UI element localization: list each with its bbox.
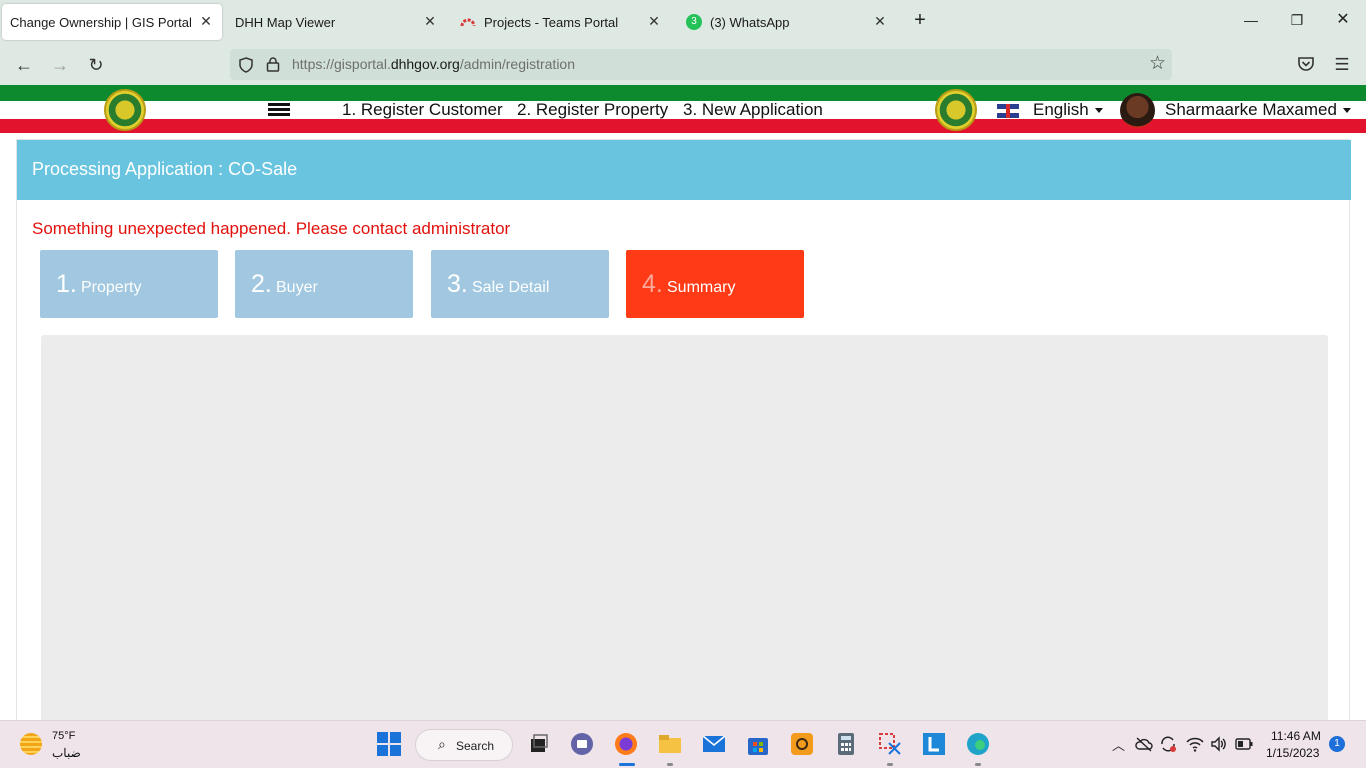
language-dropdown[interactable]: English xyxy=(1033,100,1103,120)
back-icon[interactable]: ← xyxy=(12,53,36,77)
step-property[interactable]: 1. Property xyxy=(40,250,218,318)
step-label: Buyer xyxy=(276,279,318,296)
step-label: Summary xyxy=(667,279,736,296)
tab-title: Change Ownership | GIS Portal xyxy=(10,14,192,30)
browser-tab-strip: Change Ownership | GIS Portal ✕ DHH Map … xyxy=(0,0,1366,44)
step-label: Sale Detail xyxy=(472,279,550,296)
firefox-running-indicator xyxy=(619,763,635,766)
clock-date[interactable]: 1/15/2023 xyxy=(1266,746,1319,760)
url-text[interactable]: https://gisportal.dhhgov.org/admin/regis… xyxy=(292,56,575,72)
weather-description[interactable]: ضباب xyxy=(52,746,81,760)
step-number: 2. xyxy=(251,270,272,298)
clock-time[interactable]: 11:46 AM xyxy=(1271,729,1321,743)
flag-stripe-red xyxy=(0,119,1366,133)
pocket-icon[interactable] xyxy=(1297,56,1315,72)
page-title: Processing Application : CO-Sale xyxy=(32,159,298,179)
mail-icon[interactable] xyxy=(701,731,727,757)
cloud-offline-icon[interactable] xyxy=(1135,736,1153,752)
uk-flag-icon xyxy=(997,104,1019,118)
close-icon[interactable]: ✕ xyxy=(646,13,662,29)
tab-title: Projects - Teams Portal xyxy=(484,14,619,30)
tab-dhh-map-viewer[interactable]: DHH Map Viewer ✕ xyxy=(226,4,446,40)
error-message: Something unexpected happened. Please co… xyxy=(32,219,511,238)
windows-start-icon[interactable] xyxy=(376,731,402,757)
nav-register-property[interactable]: 2. Register Property xyxy=(517,100,668,120)
lock-icon xyxy=(266,57,280,72)
menu-icon[interactable]: ☰ xyxy=(1330,53,1354,77)
search-label: Search xyxy=(456,739,495,753)
avatar[interactable] xyxy=(1120,93,1155,128)
national-emblem-logo[interactable] xyxy=(104,89,146,131)
step-label: Property xyxy=(81,279,142,296)
tab-change-ownership[interactable]: Change Ownership | GIS Portal ✕ xyxy=(2,4,222,40)
restore-icon[interactable]: ❐ xyxy=(1287,10,1307,30)
forward-icon[interactable]: → xyxy=(48,53,72,77)
app-header: 1. Register Customer 2. Register Propert… xyxy=(0,85,1366,133)
app-orange-icon[interactable] xyxy=(789,731,815,757)
tab-whatsapp[interactable]: 3 (3) WhatsApp ✕ xyxy=(676,4,896,40)
firefox-icon[interactable] xyxy=(613,731,639,757)
file-explorer-icon[interactable] xyxy=(657,731,683,757)
explorer-running-indicator xyxy=(667,763,673,766)
national-emblem-logo-right xyxy=(935,89,977,131)
close-icon[interactable]: ✕ xyxy=(198,13,214,29)
url-path: /admin/registration xyxy=(459,56,576,72)
weather-temperature[interactable]: 75°F xyxy=(52,730,75,742)
task-view-icon[interactable] xyxy=(525,731,551,757)
sync-alert-icon[interactable] xyxy=(1159,735,1177,753)
star-icon[interactable]: ☆ xyxy=(1149,52,1166,75)
panel-heading: Processing Application : CO-Sale xyxy=(17,140,1351,200)
hamburger-menu-icon[interactable] xyxy=(268,103,290,117)
whatsapp-icon: 3 xyxy=(686,14,702,30)
step-buyer[interactable]: 2. Buyer xyxy=(235,250,413,318)
edge-running-indicator xyxy=(975,763,981,766)
chevron-down-icon xyxy=(1094,108,1103,114)
chevron-down-icon xyxy=(1342,108,1351,114)
nav-new-application[interactable]: 3. New Application xyxy=(683,100,823,120)
step-number: 4. xyxy=(642,270,663,298)
nav-register-customer[interactable]: 1. Register Customer xyxy=(342,100,503,120)
browser-nav-bar: ← → ↻ https://gisportal.dhhgov.org/admin… xyxy=(0,44,1366,85)
snipping-tool-icon[interactable] xyxy=(877,731,903,757)
app-l-icon[interactable] xyxy=(921,731,947,757)
close-icon[interactable]: ✕ xyxy=(422,13,438,29)
search-icon: ⌕ xyxy=(438,736,446,752)
shield-icon xyxy=(239,57,253,73)
close-icon[interactable]: ✕ xyxy=(872,13,888,29)
teams-chat-icon[interactable] xyxy=(569,731,595,757)
step-content-area xyxy=(41,335,1328,730)
step-summary[interactable]: 4. Summary xyxy=(626,250,804,318)
url-bar[interactable]: https://gisportal.dhhgov.org/admin/regis… xyxy=(230,49,1172,80)
volume-icon[interactable] xyxy=(1210,736,1228,752)
battery-icon[interactable] xyxy=(1235,738,1253,750)
microsoft-store-icon[interactable] xyxy=(745,731,771,757)
step-number: 1. xyxy=(56,270,77,298)
chevron-up-icon[interactable]: ︿ xyxy=(1112,735,1125,754)
edge-icon[interactable] xyxy=(965,731,991,757)
reload-icon[interactable]: ↻ xyxy=(84,53,108,77)
url-domain: dhhgov.org xyxy=(390,56,460,72)
user-name: Sharmaarke Maxamed xyxy=(1165,100,1337,119)
url-prefix: https://gisportal. xyxy=(292,56,391,72)
tab-title: DHH Map Viewer xyxy=(235,14,336,30)
user-dropdown[interactable]: Sharmaarke Maxamed xyxy=(1165,100,1351,120)
taskbar-search[interactable]: ⌕ Search xyxy=(415,729,513,761)
notification-badge[interactable]: 1 xyxy=(1329,736,1345,752)
tab-title: (3) WhatsApp xyxy=(710,14,790,30)
new-tab-button[interactable]: + xyxy=(910,10,930,30)
minimize-icon[interactable]: — xyxy=(1241,10,1261,30)
calculator-icon[interactable] xyxy=(833,731,859,757)
step-sale-detail[interactable]: 3. Sale Detail xyxy=(431,250,609,318)
flag-stripe-green xyxy=(0,85,1366,101)
weather-fog-icon[interactable] xyxy=(20,733,42,755)
window-close-icon[interactable]: ✕ xyxy=(1333,10,1353,30)
language-label: English xyxy=(1033,100,1089,119)
step-number: 3. xyxy=(447,270,468,298)
tab-teams-portal[interactable]: Projects - Teams Portal ✕ xyxy=(450,4,670,40)
teams-portal-icon xyxy=(460,18,476,27)
wifi-icon[interactable] xyxy=(1186,736,1204,752)
windows-taskbar: 75°F ضباب ⌕ Search ︿ 11:46 AM 1/15/2023 … xyxy=(0,720,1366,768)
processing-panel: Processing Application : CO-Sale Somethi… xyxy=(16,139,1351,730)
snipping-running-indicator xyxy=(887,763,893,766)
